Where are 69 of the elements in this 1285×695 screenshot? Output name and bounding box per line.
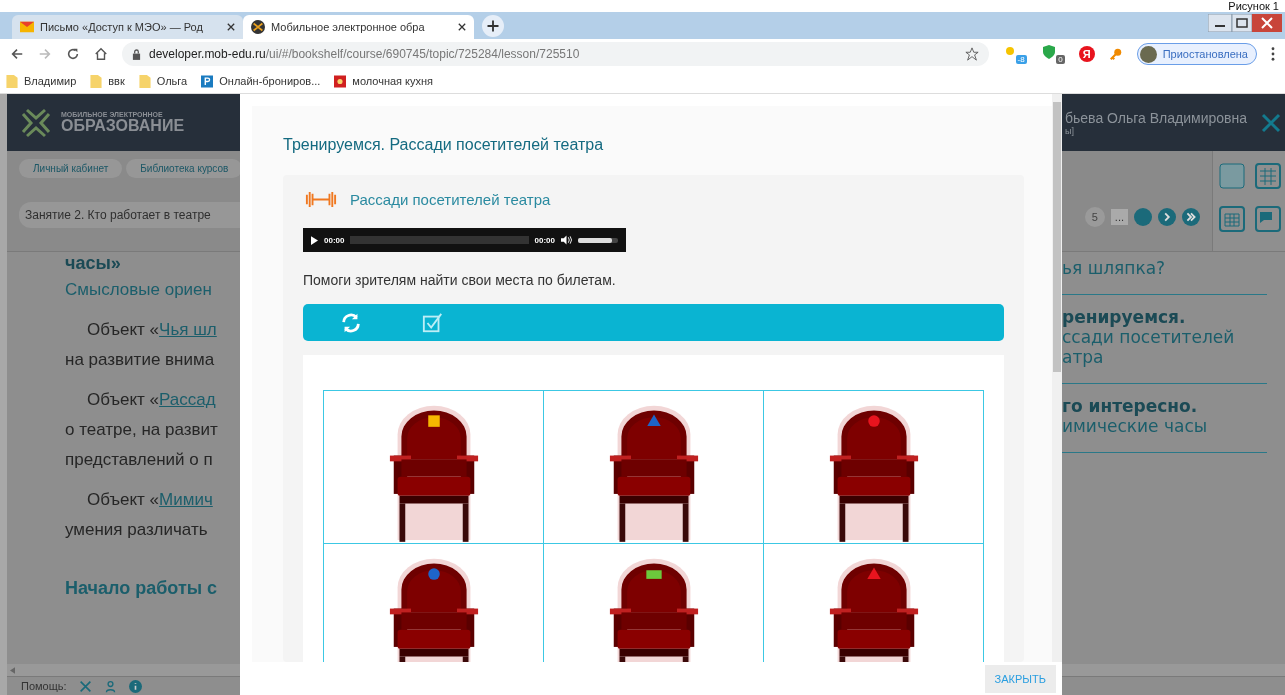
- seat-cell[interactable]: [764, 391, 984, 544]
- user-name: бьева Ольга Владимировна: [1065, 109, 1247, 126]
- close-icon[interactable]: [458, 23, 466, 31]
- dumbbell-icon: [305, 191, 337, 208]
- page-button[interactable]: 5: [1084, 207, 1105, 227]
- paragraph-text: Объект «: [87, 390, 160, 409]
- folder-icon: [90, 74, 103, 88]
- address-field[interactable]: developer.mob-edu.ru/ui/#/bookshelf/course/690745/topic/725284/lesson/725510: [122, 42, 989, 66]
- shield-icon[interactable]: [1040, 44, 1057, 60]
- last-page-icon[interactable]: [1182, 208, 1200, 226]
- paragraph-text: Объект «: [87, 320, 160, 339]
- refresh-icon[interactable]: [340, 311, 362, 334]
- paragraph-text: о театре, на развит: [65, 420, 219, 440]
- breadcrumb[interactable]: Личный кабинет: [19, 159, 123, 178]
- check-icon[interactable]: [422, 311, 444, 334]
- section-heading: Начало работы с: [65, 578, 219, 599]
- paragraph-text: представлений о п: [65, 450, 214, 470]
- duration-time: 00:00: [534, 235, 555, 245]
- content-heading: часы»: [65, 252, 122, 274]
- paragraph-text: на развитие внима: [65, 350, 216, 370]
- figure-caption: Рисунок 1: [1228, 0, 1279, 12]
- new-tab-icon[interactable]: [482, 15, 504, 37]
- profile-button[interactable]: Приостановлена: [1136, 43, 1257, 65]
- back-icon[interactable]: [10, 47, 24, 61]
- site-icon: [201, 74, 214, 88]
- close-icon[interactable]: [227, 23, 235, 31]
- next-icon[interactable]: [1158, 208, 1176, 226]
- extension-badge: 0: [1056, 55, 1065, 64]
- current-time: 00:00: [324, 235, 345, 245]
- exercise-title: Рассади посетителей театра: [350, 191, 551, 208]
- site-icon: [334, 74, 347, 88]
- bookmark[interactable]: молочная кухня: [334, 74, 434, 88]
- play-icon[interactable]: [311, 235, 318, 245]
- folder-icon: [6, 74, 18, 88]
- breadcrumb[interactable]: Библиотека курсов: [126, 159, 243, 178]
- speaker-icon[interactable]: [561, 235, 572, 245]
- browser-tab[interactable]: Мобильное электронное обра: [243, 15, 474, 39]
- menu-icon[interactable]: [1271, 47, 1275, 61]
- logo-title: ОБРАЗОВАНИЕ: [61, 118, 185, 134]
- close-button[interactable]: ЗАКРЫТЬ: [984, 664, 1056, 693]
- lock-icon: [132, 48, 141, 60]
- progress-track[interactable]: [350, 236, 529, 244]
- page-ellipsis: ...: [1110, 209, 1128, 225]
- key-icon[interactable]: [1108, 47, 1123, 61]
- reload-icon[interactable]: [66, 47, 80, 61]
- window-controls-icon[interactable]: [1208, 14, 1282, 32]
- bookmark[interactable]: ввк: [90, 74, 125, 88]
- seat-cell[interactable]: [324, 391, 544, 544]
- info-icon[interactable]: [128, 679, 142, 693]
- help-label: Помощь:: [21, 680, 67, 692]
- home-icon[interactable]: [94, 47, 108, 61]
- folder-icon: [138, 74, 151, 88]
- bookmark[interactable]: Владимир: [6, 74, 77, 88]
- user-role: ы]: [1065, 125, 1075, 136]
- browser-tab[interactable]: Письмо «Доступ к МЭО» — Род: [12, 15, 243, 39]
- yandex-extension[interactable]: Я: [1078, 46, 1095, 62]
- bookmark[interactable]: Онлайн-брониров...: [201, 74, 321, 88]
- seat-cell[interactable]: [544, 391, 764, 544]
- paragraph-text: умения различать: [65, 520, 209, 540]
- logo-icon: [251, 20, 265, 34]
- bookmark[interactable]: Ольга: [138, 74, 188, 88]
- paragraph-text: Объект «: [87, 490, 160, 509]
- instruction-text: Помоги зрителям найти свои места по билетам.: [303, 272, 617, 288]
- scrollbar[interactable]: [1052, 94, 1062, 662]
- content-subtitle: Смысловые ориен: [65, 280, 213, 300]
- star-icon[interactable]: [964, 47, 979, 61]
- extension-badge: -8: [1015, 55, 1027, 64]
- envelope-icon: [20, 20, 34, 34]
- modal-title: Тренируемся. Рассади посетителей театра: [283, 136, 605, 154]
